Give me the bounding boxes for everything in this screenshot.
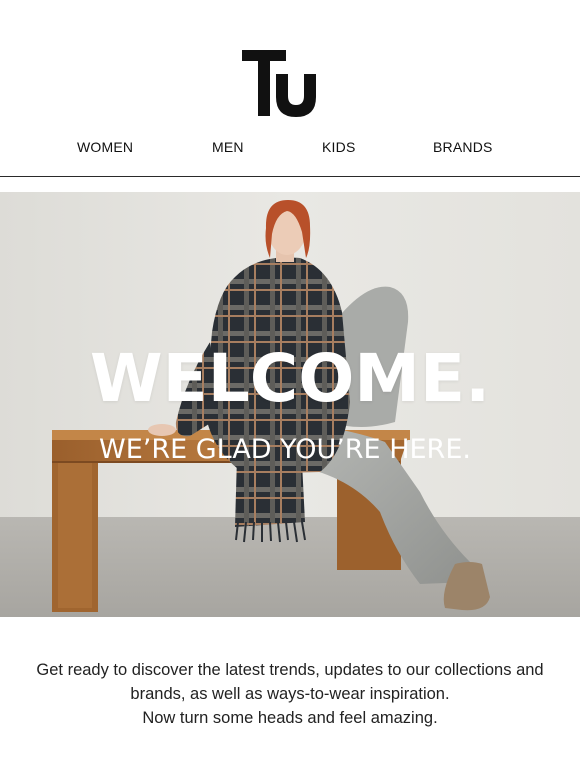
intro-line-2: brands, as well as ways-to-wear inspirat… xyxy=(130,685,450,703)
intro-line-3: Now turn some heads and feel amazing. xyxy=(142,709,438,727)
nav-item-men[interactable]: MEN xyxy=(212,139,244,155)
nav-item-brands[interactable]: BRANDS xyxy=(433,139,493,155)
nav-item-women[interactable]: WOMEN xyxy=(77,139,133,155)
intro-text: Get ready to discover the latest trends,… xyxy=(0,658,580,730)
email-page: Tu WOMEN MEN KIDS BRANDS xyxy=(0,0,580,774)
hero-title: WELCOME. xyxy=(89,340,491,417)
nav-item-kids[interactable]: KIDS xyxy=(322,139,355,155)
hero-banner[interactable]: WELCOME. WE’RE GLAD YOU’RE HERE. xyxy=(0,192,580,617)
tu-logo-icon[interactable]: Tu xyxy=(242,50,324,118)
header-divider xyxy=(0,176,580,177)
logo-text: Tu xyxy=(242,118,243,119)
intro-line-1: Get ready to discover the latest trends,… xyxy=(36,661,544,679)
main-nav: WOMEN MEN KIDS BRANDS xyxy=(0,139,580,159)
hero-subtitle: WE’RE GLAD YOU’RE HERE. xyxy=(99,434,471,465)
